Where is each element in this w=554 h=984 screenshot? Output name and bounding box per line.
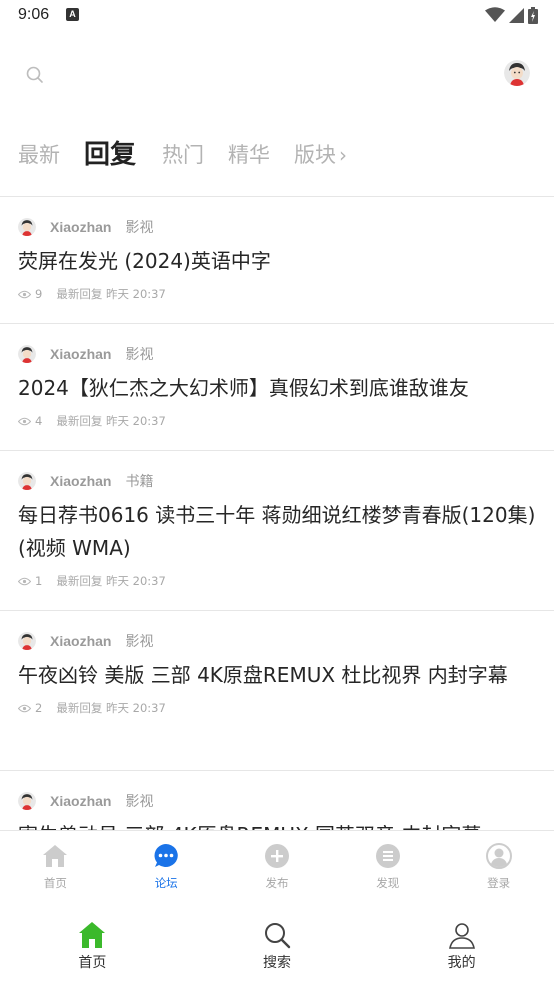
post-category[interactable]: 影视 — [125, 631, 153, 651]
list-item[interactable]: Xiaozhan 影视 2024【狄仁杰之大幻术师】真假幻术到底谁敌谁友 4 最… — [0, 324, 554, 451]
user-circle-icon — [485, 843, 512, 869]
forum-tab-discover[interactable]: 发现 — [332, 831, 443, 896]
last-reply: 最新回复 昨天 20:37 — [56, 574, 166, 588]
notification-a-icon: A — [66, 8, 79, 21]
post-author[interactable]: Xiaozhan — [50, 473, 111, 489]
nav-label: 我的 — [447, 955, 476, 971]
avatar[interactable] — [18, 792, 36, 810]
home-icon — [79, 922, 106, 948]
forum-tab-label: 首页 — [43, 876, 67, 890]
wifi-icon — [485, 7, 505, 22]
list-item[interactable]: Xiaozhan 影视 荧屏在发光 (2024)英语中字 9 最新回复 昨天 2… — [0, 197, 554, 324]
status-time: 9:06 — [18, 6, 50, 23]
nav-label: 首页 — [78, 955, 107, 971]
tab-hot[interactable]: 热门 — [162, 136, 204, 174]
eye-icon — [18, 577, 31, 585]
post-category[interactable]: 影视 — [125, 791, 153, 811]
tab-latest[interactable]: 最新 — [18, 136, 60, 174]
view-count: 2 — [35, 701, 43, 715]
post-stats: 9 最新回复 昨天 20:37 — [18, 283, 536, 305]
forum-tab-home[interactable]: 首页 — [0, 831, 111, 896]
plus-circle-icon — [264, 844, 289, 868]
chat-icon — [154, 844, 178, 867]
bottom-nav: 首页 搜索 我的 — [0, 896, 554, 984]
avatar[interactable] — [18, 632, 36, 650]
nav-mine[interactable]: 我的 — [369, 896, 554, 984]
post-title[interactable]: 午夜凶铃 美版 三部 4K原盘REMUX 杜比视界 内封字幕 — [18, 659, 536, 692]
view-count: 9 — [35, 287, 43, 301]
last-reply: 最新回复 昨天 20:37 — [56, 414, 166, 428]
list-item[interactable]: Xiaozhan 影视 午夜凶铃 美版 三部 4K原盘REMUX 杜比视界 内封… — [0, 611, 554, 771]
post-stats: 4 最新回复 昨天 20:37 — [18, 410, 536, 432]
post-meta: Xiaozhan 书籍 — [18, 469, 536, 493]
post-title[interactable]: 荧屏在发光 (2024)英语中字 — [18, 245, 536, 278]
user-avatar[interactable] — [504, 60, 530, 86]
nav-home[interactable]: 首页 — [0, 896, 185, 984]
eye-icon — [18, 417, 31, 425]
avatar-icon — [18, 345, 36, 363]
post-author[interactable]: Xiaozhan — [50, 219, 111, 235]
forum-tab-forum[interactable]: 论坛 — [111, 831, 222, 896]
eye-icon — [18, 290, 31, 298]
list-circle-icon — [375, 844, 400, 868]
post-category[interactable]: 影视 — [125, 344, 153, 364]
view-count: 1 — [35, 574, 43, 588]
forum-tab-label: 登录 — [487, 876, 511, 890]
feed-tabs: 最新 回复 热门 精华 版块 › — [18, 134, 371, 174]
avatar-icon — [504, 60, 530, 86]
tab-replies[interactable]: 回复 — [84, 136, 136, 174]
post-list: Xiaozhan 影视 荧屏在发光 (2024)英语中字 9 最新回复 昨天 2… — [0, 197, 554, 831]
eye-icon — [18, 704, 31, 712]
post-title[interactable]: 每日荐书0616 读书三十年 蒋勋细说红楼梦青春版(120集)(视频 WMA) — [18, 499, 536, 565]
post-category[interactable]: 影视 — [125, 217, 153, 237]
forum-tab-label: 论坛 — [154, 876, 178, 890]
tab-sections-label: 版块 — [294, 143, 337, 167]
chevron-right-icon: › — [339, 143, 348, 167]
post-category[interactable]: 书籍 — [125, 471, 153, 491]
post-title[interactable]: 2024【狄仁杰之大幻术师】真假幻术到底谁敌谁友 — [18, 372, 536, 405]
tab-featured[interactable]: 精华 — [228, 136, 270, 174]
status-icons — [485, 5, 538, 25]
home-icon — [43, 845, 68, 867]
status-bar: 9:06 A — [0, 0, 554, 30]
post-author[interactable]: Xiaozhan — [50, 633, 111, 649]
post-author[interactable]: Xiaozhan — [50, 346, 111, 362]
forum-tab-login[interactable]: 登录 — [443, 831, 554, 896]
post-meta: Xiaozhan 影视 — [18, 342, 536, 366]
search-button[interactable] — [24, 64, 46, 86]
forum-tab-label: 发布 — [265, 876, 289, 890]
post-stats: 1 最新回复 昨天 20:37 — [18, 570, 536, 592]
battery-icon — [528, 6, 538, 24]
avatar-icon — [18, 218, 36, 236]
signal-icon — [509, 7, 524, 23]
view-count: 4 — [35, 414, 43, 428]
forum-tab-post[interactable]: 发布 — [222, 831, 333, 896]
avatar-icon — [18, 792, 36, 810]
search-icon — [26, 66, 43, 83]
last-reply: 最新回复 昨天 20:37 — [56, 287, 166, 301]
list-item[interactable]: Xiaozhan 书籍 每日荐书0616 读书三十年 蒋勋细说红楼梦青春版(12… — [0, 451, 554, 611]
tab-sections[interactable]: 版块 › — [294, 136, 347, 174]
post-meta: Xiaozhan 影视 — [18, 629, 536, 653]
nav-label: 搜索 — [263, 955, 291, 971]
post-stats: 2 最新回复 昨天 20:37 — [18, 697, 536, 719]
nav-search[interactable]: 搜索 — [185, 896, 370, 984]
avatar[interactable] — [18, 345, 36, 363]
search-icon — [265, 923, 291, 949]
forum-tab-bar: 首页 论坛 发布 发现 登录 — [0, 830, 554, 896]
avatar[interactable] — [18, 472, 36, 490]
post-meta: Xiaozhan 影视 — [18, 215, 536, 239]
last-reply: 最新回复 昨天 20:37 — [56, 701, 166, 715]
avatar-icon — [18, 472, 36, 490]
avatar-icon — [18, 632, 36, 650]
list-item[interactable]: Xiaozhan 影视 寄生兽动员 三部 4K原盘REMUX 国英双音 内封字幕 — [0, 771, 554, 831]
avatar[interactable] — [18, 218, 36, 236]
post-meta: Xiaozhan 影视 — [18, 789, 536, 813]
person-icon — [448, 923, 475, 949]
post-author[interactable]: Xiaozhan — [50, 793, 111, 809]
forum-tab-label: 发现 — [376, 876, 400, 890]
